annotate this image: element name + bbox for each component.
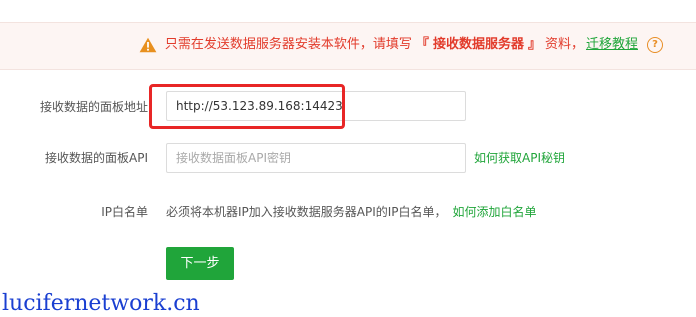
panel-api-label: 接收数据的面板API — [45, 151, 148, 165]
migration-notice-bar: 只需在发送数据服务器安装本软件，请填写 『 接收数据服务器 』 资料， 迁移教程… — [0, 22, 696, 70]
get-api-key-link[interactable]: 如何获取API秘钥 — [474, 148, 565, 168]
notice-bracket-open: 『 — [415, 37, 429, 52]
panel-address-input[interactable]: http://53.123.89.168:14423 — [166, 91, 466, 121]
panel-api-input[interactable]: 接收数据面板API密钥 — [166, 143, 466, 173]
migration-tutorial-link[interactable]: 迁移教程 — [586, 35, 638, 55]
notice-line: 只需在发送数据服务器安装本软件，请填写 『 接收数据服务器 』 资料， 迁移教程… — [139, 35, 663, 55]
ip-whitelist-label: IP白名单 — [101, 205, 148, 219]
ip-whitelist-hint: 必须将本机器IP加入接收数据服务器API的IP白名单， 如何添加白名单 — [166, 202, 537, 222]
notice-text-tail: 资料， — [544, 37, 584, 52]
notice-text: 只需在发送数据服务器安装本软件，请填写 — [164, 37, 412, 52]
warning-triangle-icon — [139, 37, 157, 53]
notice-highlight-text: 接收数据服务器 — [432, 37, 524, 52]
watermark-text: lucifernetwork.cn — [2, 291, 200, 316]
add-whitelist-link[interactable]: 如何添加白名单 — [453, 205, 537, 219]
question-circle-icon[interactable]: ? — [647, 37, 663, 53]
next-step-button[interactable]: 下一步 — [166, 247, 234, 280]
ip-whitelist-text: 必须将本机器IP加入接收数据服务器API的IP白名单， — [166, 205, 447, 219]
notice-bracket-close: 』 — [527, 37, 541, 52]
panel-address-label: 接收数据的面板地址 — [39, 100, 148, 114]
